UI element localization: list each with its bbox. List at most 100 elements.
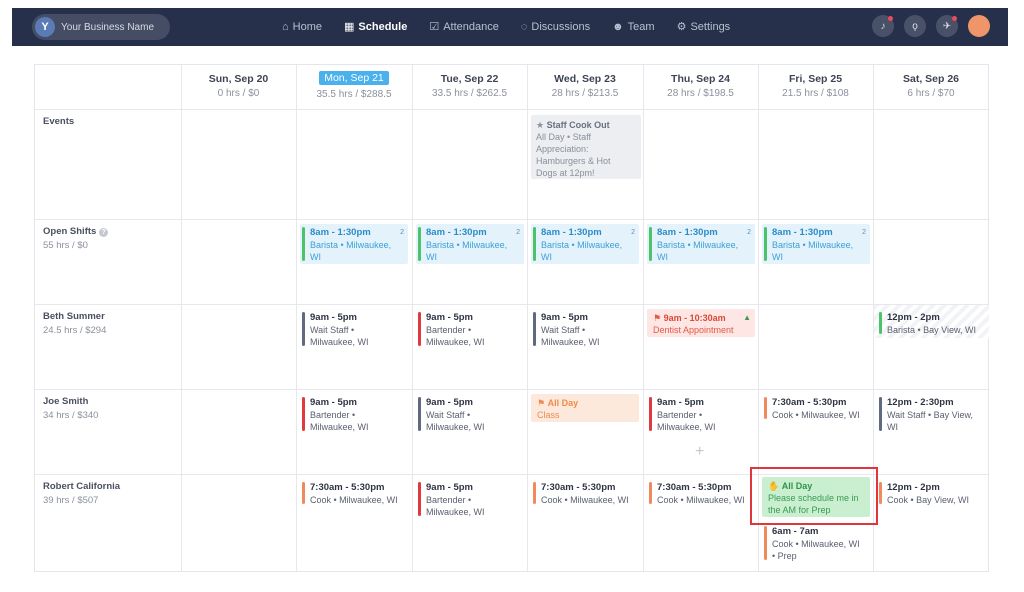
nav-schedule-label: Schedule [358,21,408,33]
shift-location: Milwaukee, WI [310,422,369,432]
shift-role: Bartender • [426,495,472,505]
open-shift-count: 2 [747,229,751,236]
row-label-joe[interactable]: Joe Smith 34 hrs / $340 [43,396,98,421]
flag-icon: ⚑ [653,313,664,323]
shift-role: Cook • Bay View, WI [887,495,970,505]
updates-button[interactable]: ✈ [936,15,958,37]
shift-card[interactable]: 9am - 5pm Wait Staff • Milwaukee, WI [300,309,408,349]
nav-schedule[interactable]: ▦ Schedule [344,21,407,33]
nav-attendance[interactable]: ☑ Attendance [429,21,499,33]
star-icon: ★ [536,120,547,130]
add-shift-icon[interactable]: + [695,443,704,461]
nav-team-label: Team [627,21,655,33]
shift-location: WI [426,252,437,262]
grid-line [35,389,988,390]
main-nav: ⌂ Home ▦ Schedule ☑ Attendance ◌ Discuss… [282,8,730,46]
shift-card[interactable]: 7:30am - 5:30pm Cook • Milwaukee, WI [531,479,641,507]
notifications-button[interactable]: ♪ [872,15,894,37]
day-header-sat[interactable]: Sat, Sep 26 6 hrs / $70 [873,65,989,109]
shift-card[interactable]: 12pm - 2:30pm Wait Staff • Bay View, WI [877,394,987,434]
row-label-beth[interactable]: Beth Summer 24.5 hrs / $294 [43,311,106,336]
nav-home[interactable]: ⌂ Home [282,21,322,33]
user-avatar[interactable] [968,15,990,37]
day-name: Sat, Sep 26 [902,73,960,85]
shift-role: Barista • Milwaukee, [772,240,854,250]
day-hours: 28 hrs / $213.5 [551,88,619,99]
shift-card[interactable]: 9am - 5pm Bartender • Milwaukee, WI [416,309,524,349]
open-shift-count: 2 [862,229,866,236]
row-name: Open Shifts? [43,226,109,237]
shift-time: 7:30am - 5:30pm [310,482,385,493]
row-label-events: Events [43,116,74,127]
row-label-robert[interactable]: Robert California 39 hrs / $507 [43,481,120,506]
shift-time: 8am - 1:30pm [541,227,602,238]
shift-role: Bartender • [310,410,356,420]
shift-card[interactable]: 7:30am - 5:30pm Cook • Milwaukee, WI [300,479,408,507]
shift-role: Cook • Milwaukee, WI [772,539,860,549]
row-name-text: Open Shifts [43,226,97,237]
nav-team[interactable]: ☻ Team [612,21,654,33]
bell-icon: ♪ [880,20,886,32]
event-title: ★ Staff Cook Out [536,119,636,131]
grid-line [35,304,988,305]
event-line: Dogs at 12pm! [536,168,595,178]
shift-time: 12pm - 2pm [887,482,940,493]
approved-icon: ▲ [743,313,751,322]
day-hours: 35.5 hrs / $288.5 [316,89,392,100]
event-card[interactable]: ★ Staff Cook Out All Day • Staff Appreci… [531,115,641,179]
shift-card[interactable]: 12pm - 2pm Cook • Bay View, WI [877,479,987,507]
nav-settings[interactable]: ⚙ Settings [677,21,731,33]
shift-location: Milwaukee, WI [310,337,369,347]
tips-button[interactable]: ϙ [904,15,926,37]
schedule-grid: Sun, Sep 20 0 hrs / $0 Mon, Sep 21 35.5 … [34,64,989,572]
business-switcher[interactable]: Y Your Business Name [32,14,170,40]
shift-time: 8am - 1:30pm [772,227,833,238]
home-icon: ⌂ [282,20,289,33]
shift-card[interactable]: 9am - 5pm Wait Staff • Milwaukee, WI [531,309,639,349]
time-off-time-text: 9am - 10:30am [663,313,726,323]
open-shift-card[interactable]: 2 8am - 1:30pm Barista • Milwaukee, WI [762,224,870,264]
day-header-fri[interactable]: Fri, Sep 25 21.5 hrs / $108 [758,65,873,109]
nav-attendance-label: Attendance [443,21,499,33]
chat-icon: ◌ [520,20,528,33]
open-shift-card[interactable]: 2 8am - 1:30pm Barista • Milwaukee, WI [647,224,755,264]
shift-time: 9am - 5pm [426,312,473,323]
help-icon[interactable]: ? [99,228,109,237]
day-header-thu[interactable]: Thu, Sep 24 28 hrs / $198.5 [643,65,758,109]
open-shift-card[interactable]: 2 8am - 1:30pm Barista • Milwaukee, WI [416,224,524,264]
shift-location: Milwaukee, WI [426,422,485,432]
shift-location: Milwaukee, WI [426,337,485,347]
time-off-card[interactable]: ▲ ⚑ 9am - 10:30am Dentist Appointment [647,309,755,337]
day-header-wed[interactable]: Wed, Sep 23 28 hrs / $213.5 [527,65,643,109]
time-off-card[interactable]: ⚑ All Day Class [531,394,639,422]
nav-home-label: Home [292,21,322,33]
grid-line [181,65,182,571]
day-header-tue[interactable]: Tue, Sep 22 33.5 hrs / $262.5 [412,65,527,109]
shift-card[interactable]: 9am - 5pm Bartender • Milwaukee, WI [647,394,755,434]
gear-icon: ⚙ [676,20,687,33]
shift-card[interactable]: 7:30am - 5:30pm Cook • Milwaukee, WI [647,479,757,507]
shift-card[interactable]: 6am - 7am Cook • Milwaukee, WI • Prep [762,523,872,563]
nav-settings-label: Settings [690,21,731,33]
employee-hours: 34 hrs / $340 [43,410,99,421]
shift-location: WI [310,252,321,262]
shift-card[interactable]: 12pm - 2pm Barista • Bay View, WI [877,309,987,337]
shift-role: Cook • Milwaukee, WI [310,495,398,505]
shift-role: Wait Staff • [426,410,471,420]
shift-location: Milwaukee, WI [426,507,485,517]
shift-card[interactable]: 9am - 5pm Wait Staff • Milwaukee, WI [416,394,524,434]
day-header-sun[interactable]: Sun, Sep 20 0 hrs / $0 [181,65,296,109]
open-shift-card[interactable]: 2 8am - 1:30pm Barista • Milwaukee, WI [300,224,408,264]
shift-time: 7:30am - 5:30pm [772,397,847,408]
nav-discussions[interactable]: ◌ Discussions [521,21,590,33]
shift-time: 12pm - 2:30pm [887,397,954,408]
shift-card[interactable]: 9am - 5pm Bartender • Milwaukee, WI [300,394,408,434]
open-shift-card[interactable]: 2 8am - 1:30pm Barista • Milwaukee, WI [531,224,639,264]
grid-line [527,65,528,571]
event-title-text: Staff Cook Out [546,120,610,130]
day-header-mon[interactable]: Mon, Sep 21 35.5 hrs / $288.5 [296,65,412,109]
shift-card[interactable]: 7:30am - 5:30pm Cook • Milwaukee, WI [762,394,870,422]
shift-location: WI [541,252,552,262]
shift-card[interactable]: 9am - 5pm Bartender • Milwaukee, WI [416,479,524,519]
shift-location: Milwaukee, WI [657,422,716,432]
